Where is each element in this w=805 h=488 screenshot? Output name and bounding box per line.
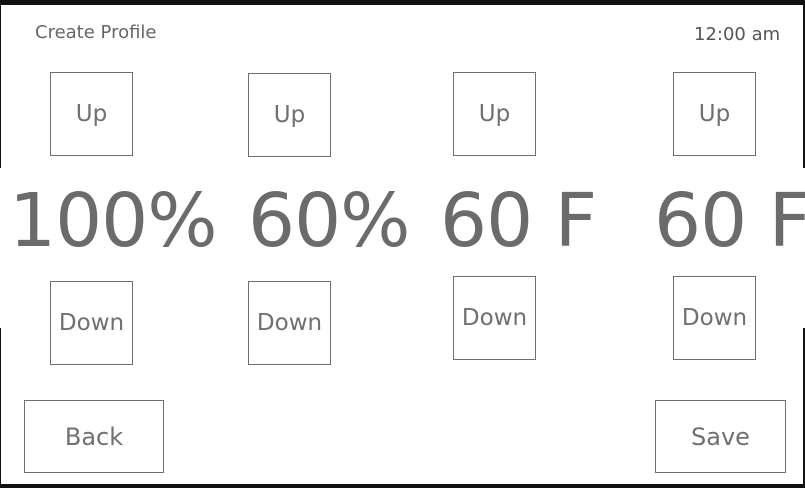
save-button[interactable]: Save (655, 400, 786, 473)
value-display-1: 100% (9, 178, 218, 264)
value-display-3: 60 F (440, 178, 597, 264)
down-button-2[interactable]: Down (248, 281, 331, 365)
up-button-3[interactable]: Up (453, 72, 536, 156)
down-button-1[interactable]: Down (50, 281, 133, 365)
clock-time: 12:00 am (694, 24, 781, 45)
down-button-3[interactable]: Down (453, 276, 536, 360)
back-button[interactable]: Back (24, 400, 164, 473)
page-title: Create Profile (35, 22, 157, 43)
up-button-2[interactable]: Up (248, 73, 331, 157)
up-button-1[interactable]: Up (50, 72, 133, 156)
value-display-4: 60 F (654, 178, 805, 264)
value-display-2: 60% (248, 178, 410, 264)
down-button-4[interactable]: Down (673, 276, 756, 360)
left-edge-gap (0, 168, 3, 328)
up-button-4[interactable]: Up (673, 72, 756, 156)
